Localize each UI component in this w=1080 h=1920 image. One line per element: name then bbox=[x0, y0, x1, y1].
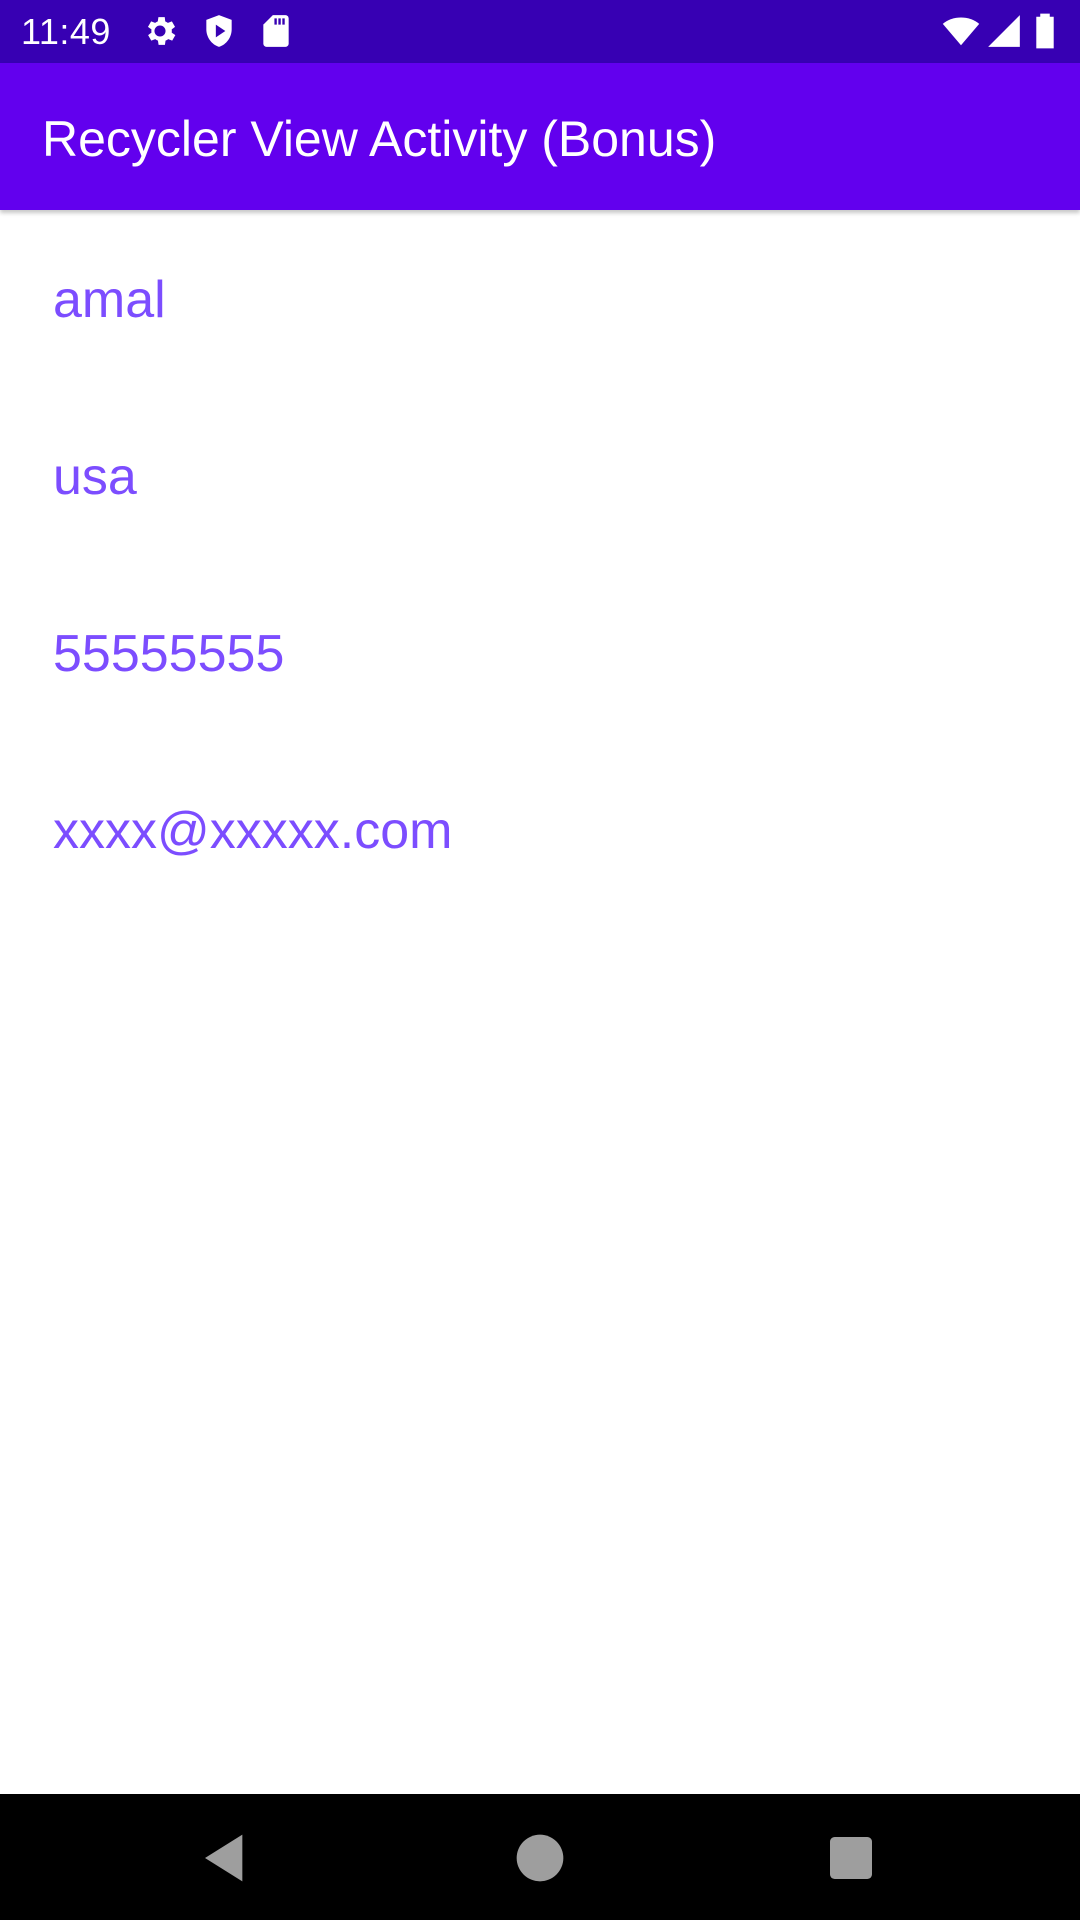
screen: 11:49 Recycler View Activity (Bonus) ama… bbox=[0, 0, 1080, 1920]
recents-icon[interactable] bbox=[823, 1830, 879, 1886]
list-item[interactable]: xxxx@xxxxx.com bbox=[0, 745, 1080, 922]
cell-signal-icon bbox=[985, 12, 1023, 50]
list-item-text: 55555555 bbox=[53, 625, 285, 683]
list-item[interactable]: amal bbox=[0, 214, 1080, 391]
list-item[interactable]: usa bbox=[0, 391, 1080, 568]
wifi-icon bbox=[942, 12, 980, 50]
list-item-text: usa bbox=[53, 448, 137, 506]
sd-card-icon bbox=[257, 12, 295, 50]
list-item[interactable]: 55555555 bbox=[0, 568, 1080, 745]
app-title: Recycler View Activity (Bonus) bbox=[42, 111, 717, 167]
app-bar: Recycler View Activity (Bonus) bbox=[0, 63, 1080, 210]
home-icon[interactable] bbox=[512, 1830, 568, 1886]
list-item-text: amal bbox=[53, 271, 166, 329]
battery-icon bbox=[1030, 12, 1060, 50]
shield-play-icon bbox=[200, 12, 238, 50]
list-item-text: xxxx@xxxxx.com bbox=[53, 802, 453, 860]
gear-icon bbox=[141, 12, 179, 50]
back-icon[interactable] bbox=[198, 1830, 254, 1886]
status-bar: 11:49 bbox=[0, 0, 1080, 63]
recycler-list[interactable]: amal usa 55555555 xxxx@xxxxx.com bbox=[0, 214, 1080, 922]
status-time: 11:49 bbox=[21, 11, 111, 52]
navigation-bar bbox=[0, 1794, 1080, 1920]
